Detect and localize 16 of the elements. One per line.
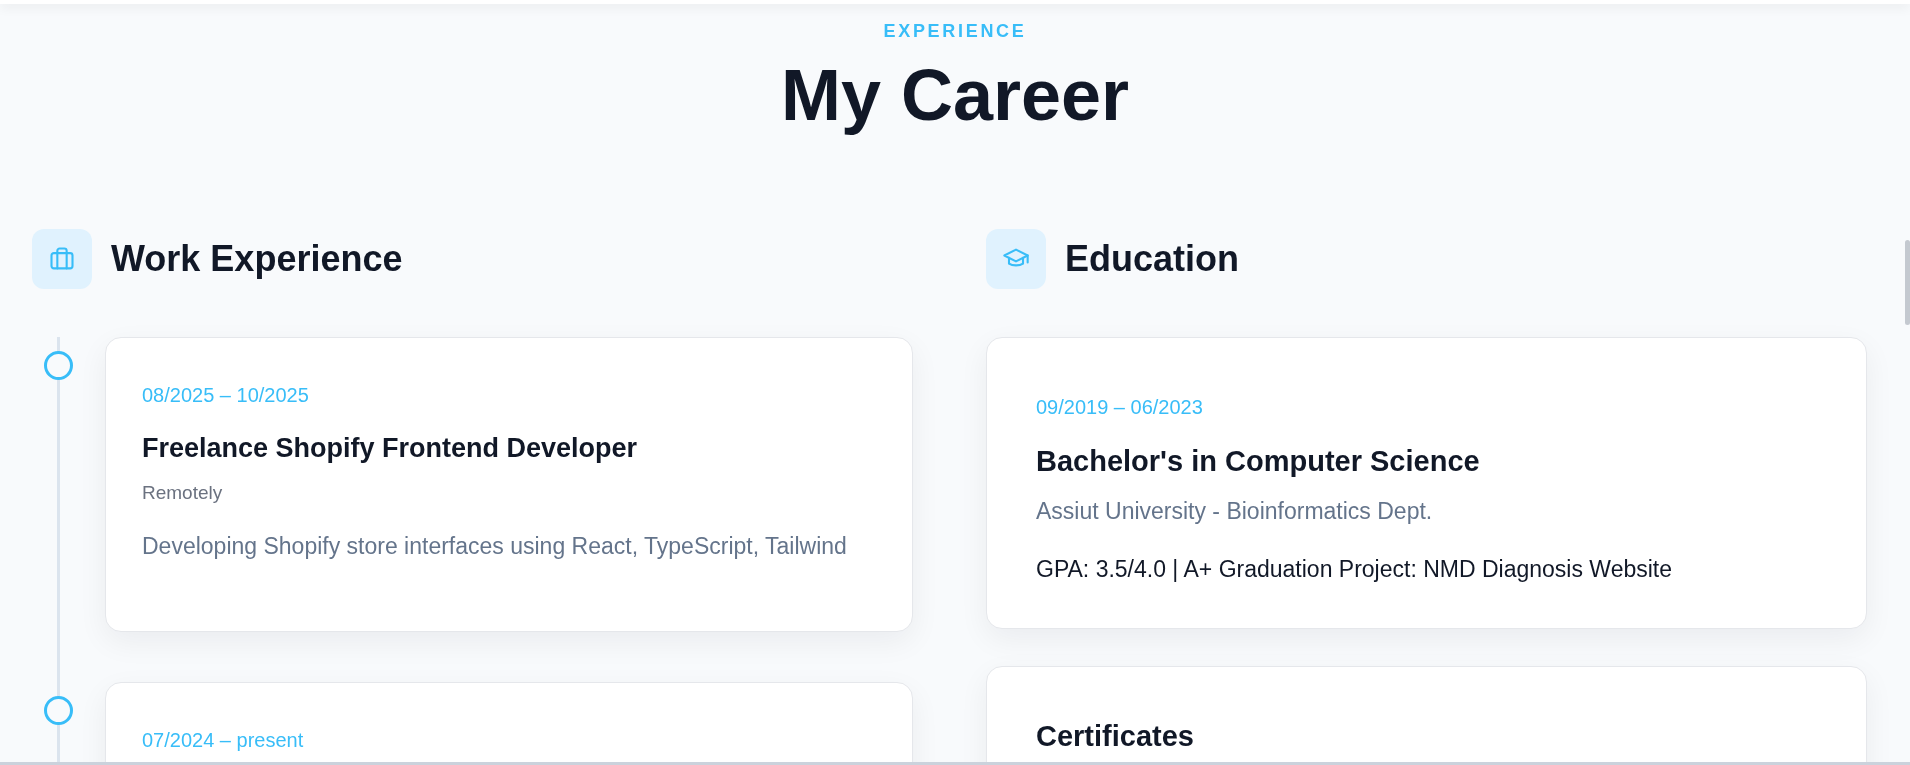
page-title: My Career [780,54,1130,137]
job-description: Developing Shopify store interfaces using React, TypeScript, Tailwind [142,532,848,561]
section-heading: Education [1065,237,1239,281]
job-title: Freelance Shopify Frontend Developer [142,432,639,465]
date-range: 08/2025 – 10/2025 [142,383,310,408]
degree-details: GPA: 3.5/4.0 | A+ Graduation Project: NMD Diagnosis Website [1036,555,1673,584]
job-location: Remotely [142,480,224,505]
date-range: 09/2019 – 06/2023 [1036,395,1204,420]
date-range: 07/2024 – present [142,728,305,753]
institution: Assiut University - Bioinformatics Dept. [1036,496,1434,526]
certificates-heading: Certificates [1036,719,1195,754]
graduation-cap-icon [986,229,1046,289]
degree-title: Bachelor's in Computer Science [1036,444,1481,479]
briefcase-icon [32,229,92,289]
section-heading: Work Experience [111,237,403,281]
section-label: EXPERIENCE [883,20,1027,43]
